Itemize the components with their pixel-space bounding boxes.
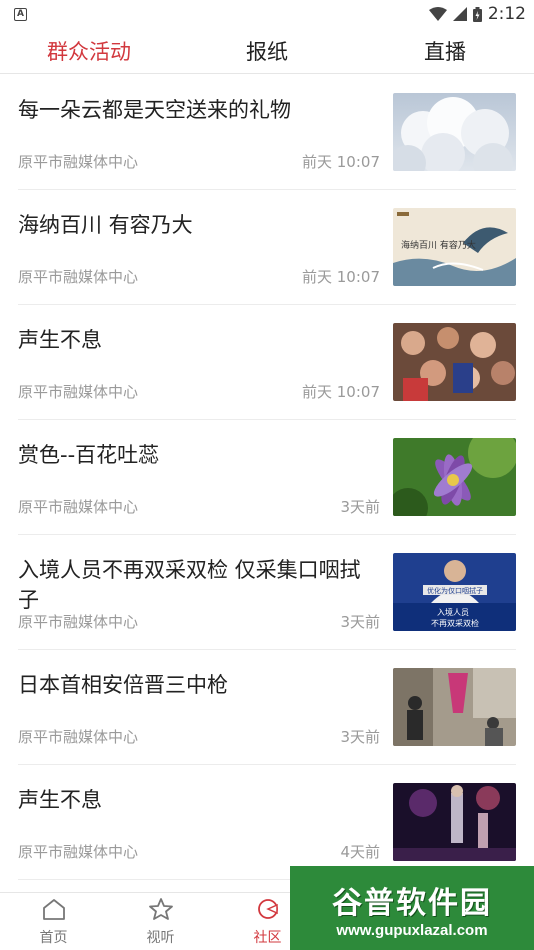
- article-time: 前天 10:07: [302, 153, 380, 171]
- status-bar: A 2:12: [0, 0, 534, 28]
- thumbnail-headline: 入境人员: [437, 607, 469, 617]
- article-source: 原平市融媒体中心: [18, 153, 139, 171]
- tab-live[interactable]: 直播: [356, 36, 534, 66]
- article-time: 4天前: [340, 843, 380, 861]
- tab-community-activities[interactable]: 群众活动: [0, 36, 178, 66]
- article-title: 日本首相安倍晋三中枪: [18, 673, 228, 697]
- article-source: 原平市融媒体中心: [18, 728, 139, 746]
- article-thumbnail[interactable]: [393, 438, 516, 516]
- clock: 2:12: [487, 4, 526, 24]
- home-icon: [41, 897, 67, 925]
- star-icon: [148, 897, 174, 925]
- top-tabs: 群众活动 报纸 直播: [0, 28, 534, 74]
- article-source: 原平市融媒体中心: [18, 268, 139, 286]
- article-source: 原平市融媒体中心: [18, 383, 139, 401]
- tab-newspaper[interactable]: 报纸: [178, 36, 356, 66]
- watermark: 谷普软件园 www.gupuxlazal.com: [290, 866, 534, 950]
- list-item[interactable]: 海纳百川 有容乃大 原平市融媒体中心 前天 10:07 海纳百川 有容乃大: [18, 190, 516, 305]
- nav-community-label: 社区: [253, 929, 282, 946]
- article-thumbnail[interactable]: [393, 783, 516, 861]
- article-time: 3天前: [340, 728, 380, 746]
- nav-home-label: 首页: [39, 929, 68, 946]
- battery-icon: [472, 6, 482, 22]
- wifi-icon: [428, 7, 447, 21]
- list-item[interactable]: 日本首相安倍晋三中枪 原平市融媒体中心 3天前: [18, 650, 516, 765]
- article-thumbnail[interactable]: [393, 323, 516, 401]
- list-item[interactable]: 赏色--百花吐蕊 原平市融媒体中心 3天前: [18, 420, 516, 535]
- article-title: 入境人员不再双采双检 仅采集口咽拭子: [18, 558, 361, 612]
- article-source: 原平市融媒体中心: [18, 843, 139, 861]
- article-thumbnail[interactable]: [393, 668, 516, 746]
- nav-home[interactable]: 首页: [0, 893, 107, 950]
- list-item[interactable]: 声生不息 原平市融媒体中心 前天 10:07: [18, 305, 516, 420]
- list-item[interactable]: 入境人员不再双采双检 仅采集口咽拭子 原平市融媒体中心 3天前 优化为仅口咽拭子…: [18, 535, 516, 650]
- thumbnail-caption: 优化为仅口咽拭子: [427, 586, 483, 595]
- article-title: 声生不息: [18, 328, 102, 352]
- thumbnail-headline-2: 不再双采双检: [431, 618, 479, 628]
- article-time: 3天前: [340, 498, 380, 516]
- watermark-title: 谷普软件园: [332, 886, 492, 920]
- list-item[interactable]: 声生不息 原平市融媒体中心 4天前: [18, 765, 516, 880]
- article-title: 声生不息: [18, 788, 102, 812]
- thumbnail-text: 海纳百川 有容乃大: [401, 239, 476, 251]
- article-time: 前天 10:07: [302, 383, 380, 401]
- list-item[interactable]: 每一朵云都是天空送来的礼物 原平市融媒体中心 前天 10:07: [18, 75, 516, 190]
- watermark-url: www.gupuxlazal.com: [336, 921, 488, 939]
- article-time: 前天 10:07: [302, 268, 380, 286]
- nav-audio-video-label: 视听: [146, 929, 175, 946]
- article-thumbnail[interactable]: 优化为仅口咽拭子 入境人员 不再双采双检: [393, 553, 516, 631]
- article-time: 3天前: [340, 613, 380, 631]
- article-thumbnail[interactable]: 海纳百川 有容乃大: [393, 208, 516, 286]
- article-list: 每一朵云都是天空送来的礼物 原平市融媒体中心 前天 10:07 海纳百川 有容乃…: [0, 75, 534, 880]
- article-title: 赏色--百花吐蕊: [18, 443, 160, 467]
- article-thumbnail[interactable]: [393, 93, 516, 171]
- app-notification-icon: A: [14, 7, 27, 21]
- status-icons: 2:12: [428, 4, 526, 24]
- community-icon: [255, 897, 281, 925]
- article-title: 每一朵云都是天空送来的礼物: [18, 98, 291, 122]
- signal-icon: [452, 7, 467, 21]
- nav-audio-video[interactable]: 视听: [107, 893, 214, 950]
- article-title: 海纳百川 有容乃大: [18, 213, 193, 237]
- article-source: 原平市融媒体中心: [18, 613, 139, 631]
- article-source: 原平市融媒体中心: [18, 498, 139, 516]
